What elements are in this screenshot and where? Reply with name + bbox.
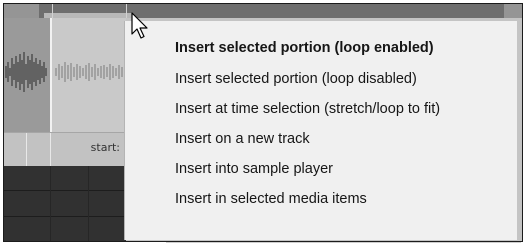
ruler-tick [52,4,53,18]
mouse-pointer-icon [131,12,148,39]
waveform-graphic [5,52,123,92]
ruler-tick [126,4,127,18]
menu-item-insert-at-time-selection[interactable]: Insert at time selection (stretch/loop t… [175,101,440,117]
menu-item-insert-loop-enabled[interactable]: Insert selected portion (loop enabled) [175,40,434,56]
track-area[interactable] [4,166,126,241]
context-menu: Insert selected portion (loop enabled) I… [124,21,521,243]
grid-line [50,166,51,241]
menu-item-insert-selected-items[interactable]: Insert in selected media items [175,191,367,207]
strip-divider [26,133,27,167]
start-label: start: [90,141,120,154]
ruler-strip[interactable] [4,4,522,18]
menu-item-insert-loop-disabled[interactable]: Insert selected portion (loop disabled) [175,71,417,87]
strip-divider [50,133,51,167]
track-lane-divider [4,216,126,217]
track-lane-divider [4,190,126,191]
menu-separator [166,242,521,243]
grid-line [88,166,89,241]
menu-item-insert-new-track[interactable]: Insert on a new track [175,131,310,147]
time-info-strip: start: [4,132,126,167]
menu-item-insert-sample-player[interactable]: Insert into sample player [175,161,333,177]
